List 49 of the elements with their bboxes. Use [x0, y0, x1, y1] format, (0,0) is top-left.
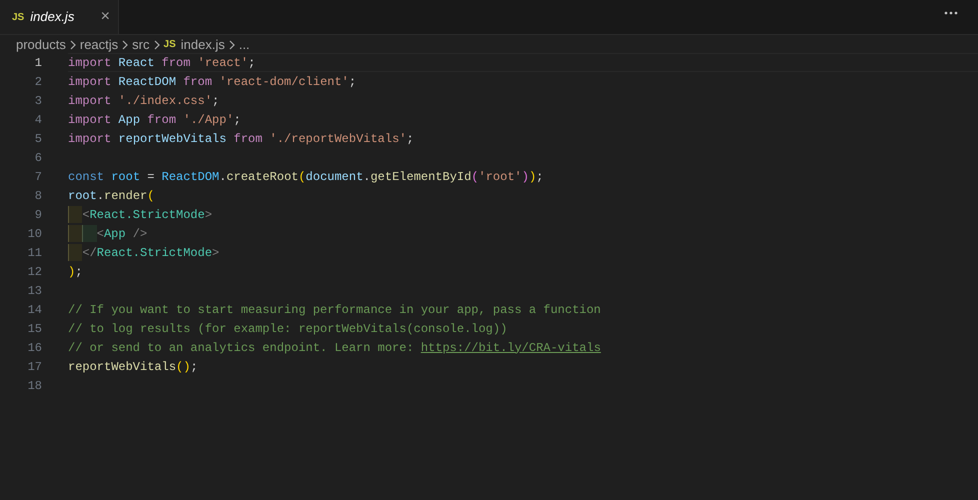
- line-number: 10: [26, 226, 42, 242]
- line-number: 4: [34, 112, 42, 128]
- code-line: // If you want to start measuring performance in your app, pass a function: [68, 302, 601, 318]
- code-line: root.render(: [68, 188, 154, 204]
- code-line: import App from './App';: [68, 112, 241, 128]
- breadcrumb-item[interactable]: products: [16, 34, 66, 54]
- line-number: 6: [34, 150, 42, 166]
- code-line: </React.StrictMode>: [68, 244, 220, 262]
- js-file-icon: JS: [12, 10, 24, 24]
- code-line: );: [68, 264, 82, 280]
- close-button[interactable]: ×: [100, 5, 110, 29]
- code-line: reportWebVitals();: [68, 358, 198, 376]
- line-number: 15: [26, 320, 42, 338]
- line-number: 3: [34, 92, 42, 110]
- line-number: 12: [26, 264, 42, 280]
- line-number: 18: [26, 378, 42, 394]
- chevron-icon: [228, 40, 235, 50]
- code-line: import ReactDOM from 'react-dom/client';: [68, 74, 356, 90]
- code-line: <App />: [68, 224, 148, 242]
- editor-tab[interactable]: JS index.js ×: [0, 0, 119, 34]
- chevron-icon: [154, 40, 160, 50]
- breadcrumb-item[interactable]: src: [132, 34, 150, 54]
- js-file-icon: JS: [164, 37, 176, 52]
- code-line: import reportWebVitals from './reportWebVitals';: [68, 130, 414, 148]
- line-number: 11: [26, 244, 42, 262]
- chevron-icon: [122, 40, 128, 50]
- code-comment: // or send to an analytics endpoint. Learn more:: [68, 340, 415, 356]
- breadcrumb-item[interactable]: reactjs: [80, 34, 118, 54]
- line-number: 9: [34, 206, 42, 224]
- chevron-icon: [70, 40, 76, 50]
- tab-title: index.js: [30, 8, 76, 26]
- line-number: 13: [26, 282, 42, 300]
- line-number: 5: [34, 130, 42, 148]
- code-line: <React.StrictMode>: [68, 206, 212, 224]
- line-number: 16: [26, 340, 42, 356]
- breadcrumb-item[interactable]: ...: [238, 34, 250, 54]
- code-line: const root = ReactDOM.createRoot(document.getElementById('root'));: [68, 168, 544, 186]
- code-line: // to log results (for example: reportWebVitals(console.log)): [68, 320, 508, 338]
- line-number: 7: [34, 168, 42, 186]
- breadcrumb-item[interactable]: index.js: [180, 34, 225, 54]
- line-number: 2: [34, 74, 42, 90]
- link[interactable]: https://bit.ly/CRA-vitals: [420, 338, 601, 356]
- code-line: import './index.css';: [68, 92, 220, 110]
- line-number: 8: [34, 188, 42, 204]
- line-number: 1: [34, 54, 42, 72]
- more-actions-icon[interactable]: [944, 11, 958, 15]
- line-number: 14: [26, 302, 42, 318]
- code-line: import React from 'react';: [68, 54, 256, 72]
- line-number: 17: [26, 358, 42, 376]
